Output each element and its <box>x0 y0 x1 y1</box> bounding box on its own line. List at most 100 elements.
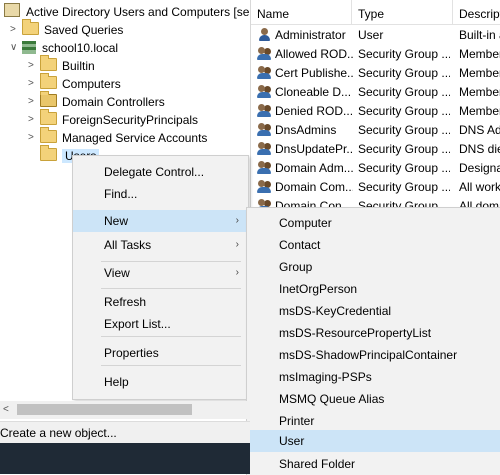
menu-item-properties[interactable]: Properties <box>73 342 248 364</box>
details-list: Name Type Descript Administrator User Bu… <box>250 0 500 210</box>
menu-separator <box>101 336 241 337</box>
row-description: Member <box>459 47 500 61</box>
submenu-item-label: msImaging-PSPs <box>279 370 372 384</box>
menu-item-label: Export List... <box>104 317 171 331</box>
submenu-item-label: Group <box>279 260 313 274</box>
table-row[interactable]: DnsUpdatePr... Security Group ... DNS di… <box>251 140 500 159</box>
menu-item-refresh[interactable]: Refresh <box>73 291 248 313</box>
group-icon <box>257 104 272 118</box>
menu-separator <box>101 288 241 289</box>
tree-item-foreign-security-principals[interactable]: > ForeignSecurityPrincipals <box>28 109 199 129</box>
row-type: User <box>358 28 384 42</box>
menu-item-delegate-control[interactable]: Delegate Control... <box>73 161 248 183</box>
submenu-item-user[interactable]: User <box>247 430 500 452</box>
submenu-item-label: Contact <box>279 238 321 252</box>
ou-folder-icon <box>40 91 57 107</box>
group-icon <box>257 123 272 137</box>
chevron-right-icon[interactable]: > <box>28 111 34 129</box>
tree-item-label: ForeignSecurityPrincipals <box>62 113 199 127</box>
active-directory-icon <box>4 3 20 17</box>
chevron-down-icon[interactable]: ∨ <box>10 39 17 57</box>
table-row[interactable]: Administrator User Built-in a <box>251 26 500 45</box>
row-name: Cert Publishe... <box>275 66 353 80</box>
tree-item-domain-controllers[interactable]: > Domain Controllers <box>28 91 165 111</box>
submenu-item-computer[interactable]: Computer <box>247 212 500 234</box>
menu-item-find[interactable]: Find... <box>73 183 248 205</box>
submenu-item-msds-shadowprincipalcontainer[interactable]: msDS-ShadowPrincipalContainer <box>247 344 500 366</box>
row-name-cell: DnsUpdatePr... <box>257 140 353 159</box>
row-name-cell: Allowed ROD... <box>257 45 353 64</box>
submenu-item-label: msDS-KeyCredential <box>279 304 392 318</box>
folder-icon <box>40 55 57 71</box>
row-name: DnsAdmins <box>275 123 337 137</box>
menu-item-label: Properties <box>104 346 159 360</box>
chevron-right-icon: › <box>235 239 239 250</box>
submenu-item-msds-keycredential[interactable]: msDS-KeyCredential <box>247 300 500 322</box>
table-row[interactable]: Domain Com... Security Group ... All wor… <box>251 178 500 197</box>
menu-item-view[interactable]: View › <box>73 262 248 284</box>
row-description: Built-in a <box>459 28 500 42</box>
tree-root[interactable]: Active Directory Users and Computers [se… <box>4 3 266 21</box>
chevron-right-icon[interactable]: > <box>28 57 34 75</box>
folder-icon <box>40 127 57 143</box>
table-row[interactable]: Denied ROD... Security Group ... Member <box>251 102 500 121</box>
menu-item-new[interactable]: New › <box>73 210 248 232</box>
row-description: Designat <box>459 161 500 175</box>
scrollbar-thumb[interactable] <box>17 404 192 415</box>
column-header-description[interactable]: Descript <box>453 0 500 24</box>
tree-root-label: Active Directory Users and Computers [se… <box>26 5 267 19</box>
menu-item-export-list[interactable]: Export List... <box>73 313 248 335</box>
table-row[interactable]: DnsAdmins Security Group ... DNS Adr <box>251 121 500 140</box>
submenu-item-inetorgperson[interactable]: InetOrgPerson <box>247 278 500 300</box>
new-submenu: Computer Contact Group InetOrgPerson msD… <box>246 207 500 475</box>
tree-item-managed-service-accounts[interactable]: > Managed Service Accounts <box>28 127 207 147</box>
menu-item-help[interactable]: Help <box>73 371 248 393</box>
menu-item-label: View <box>104 266 130 280</box>
group-icon <box>257 85 272 99</box>
submenu-item-contact[interactable]: Contact <box>247 234 500 256</box>
menu-item-all-tasks[interactable]: All Tasks › <box>73 234 248 256</box>
menu-item-label: Delegate Control... <box>104 165 205 179</box>
submenu-item-msimaging-psps[interactable]: msImaging-PSPs <box>247 366 500 388</box>
row-type: Security Group ... <box>358 47 450 61</box>
tree-item-domain[interactable]: ∨ school10.local <box>10 39 118 57</box>
table-row[interactable]: Cloneable D... Security Group ... Member <box>251 83 500 102</box>
submenu-item-label: msDS-ResourcePropertyList <box>279 326 432 340</box>
submenu-item-label: MSMQ Queue Alias <box>279 392 385 406</box>
chevron-right-icon[interactable]: > <box>28 129 34 147</box>
column-header-name[interactable]: Name <box>251 0 352 24</box>
row-name-cell: Domain Adm... <box>257 159 353 178</box>
submenu-item-printer[interactable]: Printer <box>247 410 500 432</box>
row-description: DNS die <box>459 142 500 156</box>
submenu-item-label: Printer <box>279 414 315 428</box>
column-header-type[interactable]: Type <box>352 0 453 24</box>
row-name-cell: Administrator <box>257 26 353 45</box>
scroll-left-icon[interactable]: < <box>3 401 9 419</box>
row-type: Security Group ... <box>358 85 450 99</box>
submenu-item-shared-folder[interactable]: Shared Folder <box>247 453 500 475</box>
tree-item-label: Domain Controllers <box>62 95 165 109</box>
row-type: Security Group ... <box>358 104 450 118</box>
chevron-right-icon[interactable]: > <box>28 75 34 93</box>
chevron-right-icon[interactable]: > <box>28 93 34 111</box>
context-menu: Delegate Control... Find... New › All Tas… <box>72 155 249 400</box>
table-row[interactable]: Domain Adm... Security Group ... Designa… <box>251 159 500 178</box>
tree-item-computers[interactable]: > Computers <box>28 73 121 93</box>
group-icon <box>257 66 272 80</box>
row-name: Domain Adm... <box>275 161 353 175</box>
submenu-item-group[interactable]: Group <box>247 256 500 278</box>
domain-icon <box>22 41 36 54</box>
submenu-item-label: Shared Folder <box>279 457 356 471</box>
folder-icon <box>40 145 57 161</box>
row-description: All works <box>459 180 500 194</box>
row-name-cell: DnsAdmins <box>257 121 353 140</box>
menu-item-label: Find... <box>104 187 138 201</box>
submenu-item-msmq-queue-alias[interactable]: MSMQ Queue Alias <box>247 388 500 410</box>
tree-item-saved-queries[interactable]: > Saved Queries <box>10 19 123 39</box>
chevron-right-icon[interactable]: > <box>10 21 16 39</box>
submenu-item-msds-resourcepropertylist[interactable]: msDS-ResourcePropertyList <box>247 322 500 344</box>
row-name: Administrator <box>275 28 346 42</box>
horizontal-scrollbar[interactable]: < <box>0 401 250 419</box>
table-row[interactable]: Cert Publishe... Security Group ... Memb… <box>251 64 500 83</box>
table-row[interactable]: Allowed ROD... Security Group ... Member <box>251 45 500 64</box>
